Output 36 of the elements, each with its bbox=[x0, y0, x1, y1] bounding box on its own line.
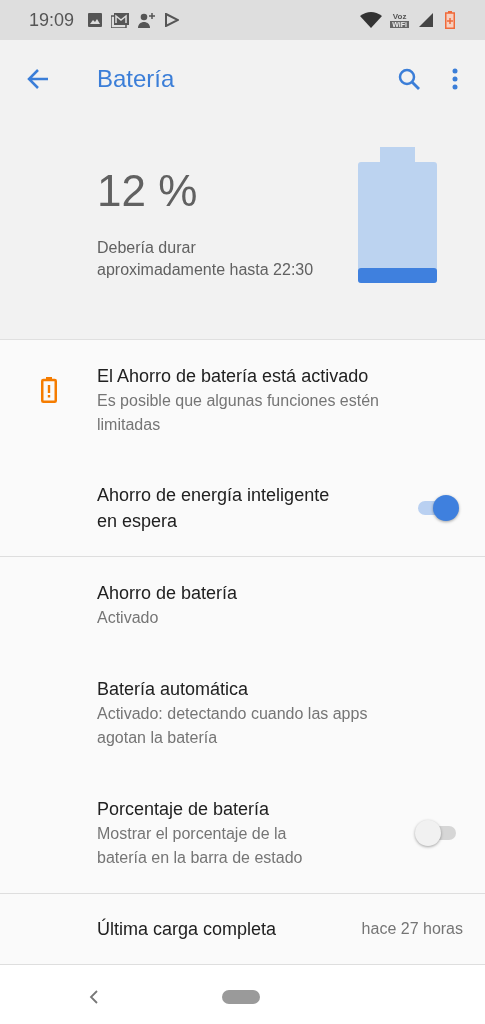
battery-low-icon bbox=[445, 11, 455, 29]
setting-item[interactable]: Ahorro de energía inteligente en espera bbox=[0, 460, 485, 556]
setting-item[interactable]: Porcentaje de batería Mostrar el porcentaje de la batería en la barra de estado bbox=[0, 773, 485, 893]
setting-title: Batería automática bbox=[97, 678, 250, 701]
chevron-left-icon bbox=[89, 990, 99, 1004]
mail-icon bbox=[111, 12, 130, 28]
setting-title: Ahorro de energía inteligente en espera bbox=[97, 484, 331, 533]
battery-level-icon bbox=[358, 147, 437, 283]
setting-item[interactable]: Última carga completa hace 27 horas bbox=[0, 894, 485, 964]
setting-summary: Es posible que algunas funciones estén limitadas bbox=[97, 391, 380, 435]
setting-summary: Activado: detectando cuando las apps agotan la batería bbox=[97, 704, 369, 748]
signal-icon bbox=[419, 13, 433, 27]
setting-summary: Mostrar el porcentaje de la batería en la barra de estado bbox=[97, 824, 304, 868]
setting-item[interactable]: Batería automática Activado: detectando cuando las apps agotan la batería bbox=[0, 653, 485, 773]
setting-title: El Ahorro de batería está activado bbox=[97, 365, 370, 388]
home-button[interactable] bbox=[222, 990, 260, 1004]
page-title: Batería bbox=[97, 65, 176, 93]
setting-title: Ahorro de batería bbox=[97, 582, 239, 605]
battery-percentage: 12 % bbox=[97, 169, 198, 213]
setting-item[interactable]: Ahorro de batería Activado bbox=[0, 557, 485, 653]
setting-title: Porcentaje de batería bbox=[97, 798, 271, 821]
setting-item[interactable]: El Ahorro de batería está activado Es posible que algunas funciones estén limitadas bbox=[0, 340, 485, 460]
more-vertical-icon bbox=[452, 68, 458, 90]
add-person-icon bbox=[138, 12, 157, 28]
play-store-icon bbox=[165, 13, 180, 27]
battery-alert-icon bbox=[40, 377, 57, 403]
search-icon bbox=[397, 67, 421, 91]
clock: 19:09 bbox=[29, 9, 75, 31]
setting-summary: Activado bbox=[97, 608, 160, 628]
setting-value: hace 27 horas bbox=[361, 920, 463, 938]
voz-label: Voz bbox=[392, 12, 407, 21]
image-icon bbox=[88, 13, 103, 27]
setting-title: Última carga completa bbox=[97, 917, 278, 941]
wifi-icon bbox=[360, 12, 383, 28]
back-arrow-icon bbox=[26, 67, 50, 91]
battery-estimate: Debería durar aproximadamente hasta 22:30 bbox=[97, 238, 315, 280]
